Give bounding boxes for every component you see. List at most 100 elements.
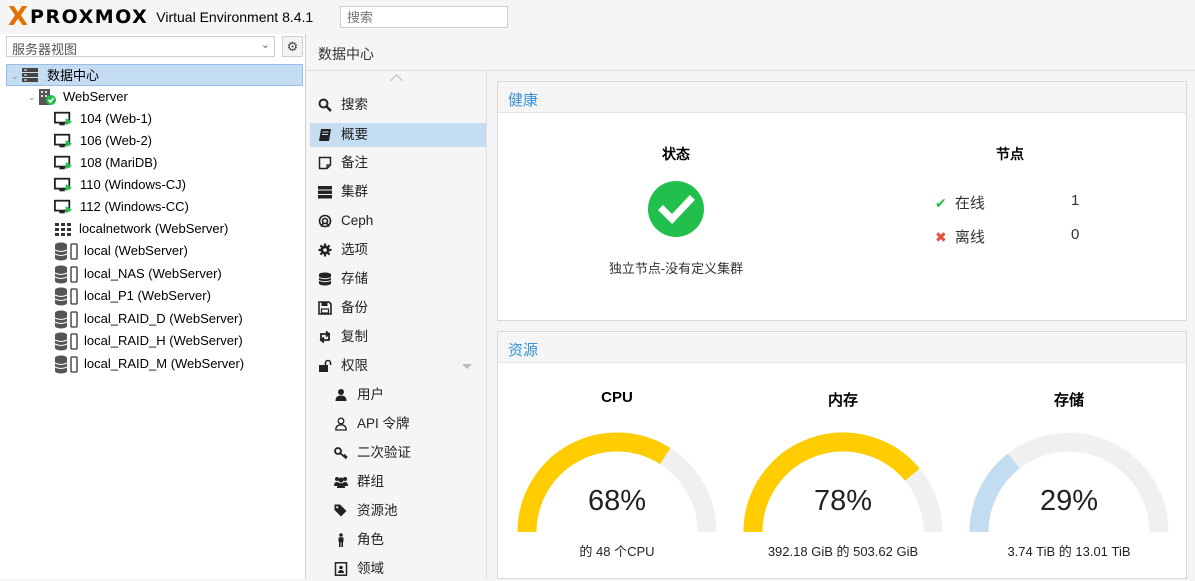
tree-node-storage[interactable]: local_RAID_H (WebServer) bbox=[0, 330, 305, 353]
tags-icon bbox=[334, 504, 347, 517]
memory-gauge-title: 内存 bbox=[827, 392, 858, 409]
menu-item-replication[interactable]: 复制 bbox=[310, 325, 486, 349]
tree-node-storage[interactable]: local_RAID_D (WebServer) bbox=[0, 308, 305, 331]
logo-wordmark: PROXMOX bbox=[30, 6, 149, 28]
tree-settings-button[interactable]: ⚙ bbox=[282, 36, 303, 57]
address-book-icon bbox=[334, 562, 348, 576]
chevron-down-icon: ⌄ bbox=[260, 39, 270, 51]
tree-node-vm[interactable]: 108 (MariDB) bbox=[0, 152, 305, 174]
cluster-status-text: 独立节点-没有定义集群 bbox=[608, 261, 744, 276]
menu-item-label: 备份 bbox=[341, 300, 368, 315]
vm-running-icon bbox=[54, 111, 72, 126]
menu-item-tfa[interactable]: 二次验证 bbox=[310, 441, 486, 465]
menu-item-label: 领域 bbox=[357, 561, 384, 576]
panel-title: 健康 bbox=[508, 92, 539, 109]
tree-node-storage[interactable]: local_P1 (WebServer) bbox=[0, 285, 305, 308]
cpu-gauge-subtext: 的 48 个CPU bbox=[579, 544, 655, 559]
tree-node-label: local (WebServer) bbox=[84, 243, 188, 258]
tree-node-network[interactable]: localnetwork (WebServer) bbox=[0, 218, 305, 240]
vm-running-icon bbox=[54, 133, 72, 148]
cpu-gauge-title: CPU bbox=[601, 389, 633, 406]
menu-item-roles[interactable]: 角色 bbox=[310, 528, 486, 552]
storage-gauge-value: 29% bbox=[1039, 485, 1099, 517]
menu-item-cluster[interactable]: 集群 bbox=[310, 180, 486, 204]
menu-item-options[interactable]: 选项 bbox=[310, 238, 486, 262]
user-outline-icon bbox=[335, 417, 347, 431]
menu-item-pools[interactable]: 资源池 bbox=[310, 499, 486, 523]
vm-running-icon bbox=[54, 155, 72, 170]
storage-icon bbox=[54, 287, 78, 306]
collapse-chevron-icon[interactable]: ⌄ bbox=[11, 65, 19, 87]
status-heading: 状态 bbox=[662, 146, 690, 162]
search-input[interactable] bbox=[340, 6, 508, 28]
view-selector[interactable]: 服务器视图 ⌄ bbox=[6, 36, 275, 57]
close-icon: ✖ bbox=[935, 229, 947, 245]
top-bar: X PROXMOX Virtual Environment 8.4.1 bbox=[0, 0, 1195, 35]
floppy-icon bbox=[318, 301, 332, 315]
network-grid-icon bbox=[55, 223, 71, 236]
tree-node-storage[interactable]: local_NAS (WebServer) bbox=[0, 263, 305, 286]
collapse-chevron-icon[interactable]: ⌄ bbox=[28, 86, 36, 108]
tree-node-storage[interactable]: local_RAID_M (WebServer) bbox=[0, 353, 305, 376]
menu-item-groups[interactable]: 群组 bbox=[310, 470, 486, 494]
datacenter-icon bbox=[22, 68, 38, 82]
tree-node-vm[interactable]: 106 (Web-2) bbox=[0, 130, 305, 152]
menu-item-label: 集群 bbox=[341, 184, 368, 199]
tree-node-label: 110 (Windows-CJ) bbox=[80, 177, 186, 192]
panel-header: 资源 bbox=[498, 332, 1186, 363]
menu-item-storage[interactable]: 存储 bbox=[310, 267, 486, 291]
memory-gauge-value: 78% bbox=[813, 485, 873, 517]
storage-gauge-subtext: 3.74 TiB 的 13.01 TiB bbox=[1007, 544, 1131, 559]
tree-node-vm[interactable]: 104 (Web-1) bbox=[0, 108, 305, 130]
proxmox-logo[interactable]: X PROXMOX Virtual Environment 8.4.1 bbox=[8, 4, 313, 30]
nodes-online-row: ✔ 在线 bbox=[935, 192, 985, 213]
menu-item-label: 用户 bbox=[357, 387, 384, 402]
nodes-offline-row: ✖ 离线 bbox=[935, 226, 985, 247]
resource-tree-panel: 服务器视图 ⌄ ⚙ ⌄ 数据中心 ⌄ WebServer 104 (Web-1)… bbox=[0, 34, 306, 579]
tree-node-datacenter[interactable]: ⌄ 数据中心 bbox=[6, 64, 303, 86]
menu-item-label: Ceph bbox=[341, 213, 374, 228]
tree-node-label: localnetwork (WebServer) bbox=[79, 221, 229, 236]
menu-item-label: API 令牌 bbox=[357, 416, 410, 431]
menu-item-label: 资源池 bbox=[357, 503, 398, 518]
menu-item-ceph[interactable]: Ceph bbox=[310, 209, 486, 233]
note-icon bbox=[318, 156, 332, 170]
storage-icon bbox=[54, 242, 78, 261]
key-icon bbox=[334, 447, 348, 460]
datacenter-menu: 搜索 概要 备注 集群 Ceph 选项 存储 备份 复制 权限 用户 API 令… bbox=[306, 71, 487, 579]
male-icon bbox=[338, 533, 344, 547]
health-panel: 健康 状态 独立节点-没有定义集群 节点 ✔ 在线 1 ✖ 离线 0 bbox=[497, 81, 1187, 321]
storage-gauge-title: 存储 bbox=[1053, 392, 1084, 409]
memory-gauge-subtext: 392.18 GiB 的 503.62 GiB bbox=[767, 544, 919, 559]
unlock-icon bbox=[319, 359, 332, 372]
menu-item-users[interactable]: 用户 bbox=[310, 383, 486, 407]
offline-count: 0 bbox=[1071, 226, 1080, 243]
menu-item-label: 搜索 bbox=[341, 97, 368, 112]
tree-node-server[interactable]: ⌄ WebServer bbox=[0, 86, 305, 108]
menu-item-label: 概要 bbox=[341, 127, 368, 142]
storage-icon bbox=[54, 310, 78, 329]
menu-item-backup[interactable]: 备份 bbox=[310, 296, 486, 320]
menu-item-permissions[interactable]: 权限 bbox=[310, 354, 486, 378]
menu-item-summary[interactable]: 概要 bbox=[310, 123, 486, 147]
menu-item-label: 群组 bbox=[357, 474, 384, 489]
retweet-icon bbox=[319, 330, 331, 344]
collapse-caret-icon[interactable] bbox=[462, 364, 472, 369]
tree-node-vm[interactable]: 110 (Windows-CJ) bbox=[0, 174, 305, 196]
menu-item-realms[interactable]: 领域 bbox=[310, 557, 486, 581]
menu-item-notes[interactable]: 备注 bbox=[310, 151, 486, 175]
gear-icon bbox=[318, 243, 332, 257]
panel-title: 资源 bbox=[508, 342, 539, 359]
menu-item-api-tokens[interactable]: API 令牌 bbox=[310, 412, 486, 436]
users-icon bbox=[334, 477, 348, 488]
resources-panel: 资源 CPU 68% 的 48 个CPU 内存 78% 392.18 GiB 的… bbox=[497, 331, 1187, 579]
panel-header: 健康 bbox=[498, 82, 1186, 113]
content-header: 数据中心 bbox=[306, 34, 1195, 71]
tree-node-vm[interactable]: 112 (Windows-CC) bbox=[0, 196, 305, 218]
ceph-icon bbox=[318, 214, 332, 228]
tree-node-label: 106 (Web-2) bbox=[80, 133, 153, 148]
menu-item-search[interactable]: 搜索 bbox=[310, 93, 486, 117]
tree-node-storage[interactable]: local (WebServer) bbox=[0, 240, 305, 263]
online-label: 在线 bbox=[954, 195, 985, 212]
scroll-up-icon[interactable] bbox=[390, 74, 403, 87]
